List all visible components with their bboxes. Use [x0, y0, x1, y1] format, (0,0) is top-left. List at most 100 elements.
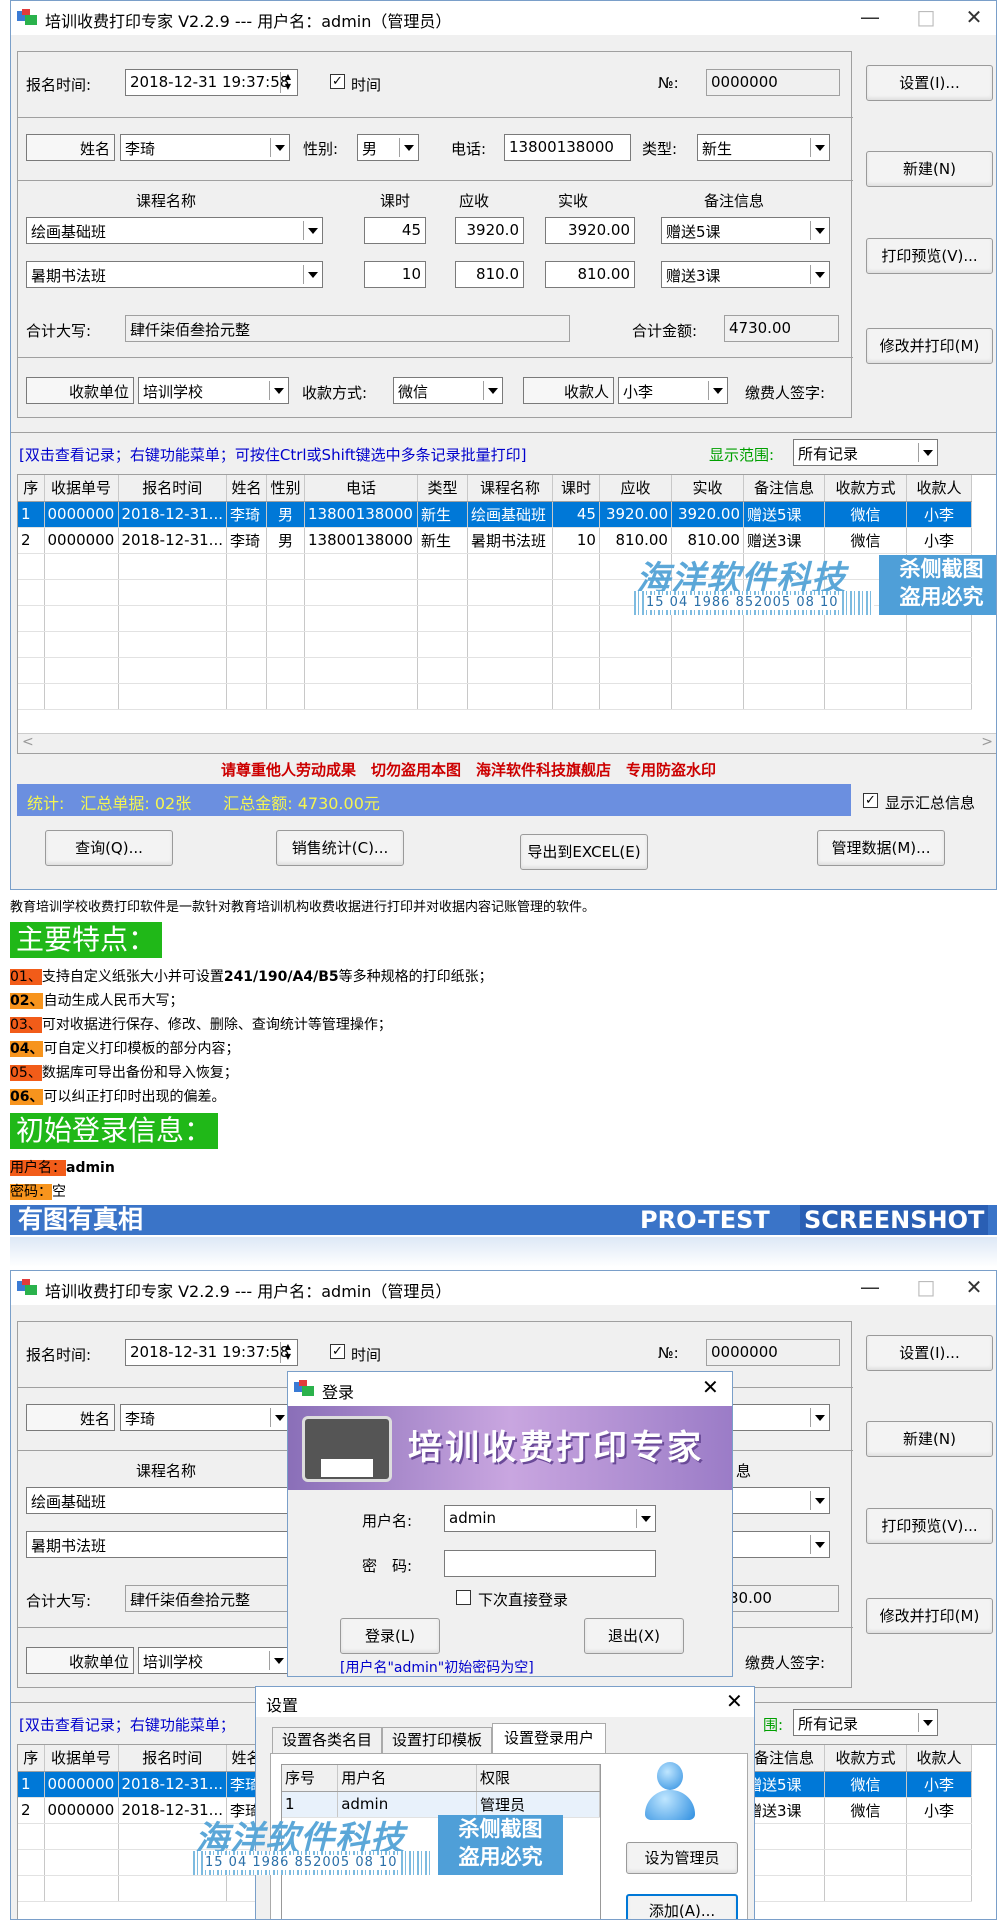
- column-header[interactable]: 报名时间: [118, 1745, 227, 1772]
- column-header[interactable]: 实收: [671, 475, 744, 502]
- column-header[interactable]: 用户名: [337, 1765, 477, 1792]
- login-user-combo[interactable]: admin: [444, 1505, 656, 1532]
- remark-combo-2[interactable]: 赠送3课: [661, 261, 830, 288]
- settings-button-2[interactable]: 设置(I)...: [866, 1335, 993, 1371]
- manage-data-button[interactable]: 管理数据(M)...: [817, 830, 945, 866]
- auto-login-checkbox[interactable]: [456, 1590, 471, 1605]
- remark-combo-1[interactable]: 赠送5课: [661, 217, 830, 244]
- chevron-down-icon[interactable]: [810, 221, 827, 240]
- spin-updown-icon[interactable]: ▲ ▼: [280, 72, 295, 93]
- maximize-button[interactable]: □: [899, 1, 953, 35]
- chevron-down-icon[interactable]: [270, 1408, 287, 1427]
- print-preview-button-2[interactable]: 打印预览(V)...: [866, 1508, 993, 1544]
- maximize-button-2[interactable]: □: [899, 1271, 953, 1305]
- close-icon[interactable]: ✕: [702, 1375, 719, 1399]
- column-header[interactable]: 应收: [599, 475, 672, 502]
- chevron-down-icon[interactable]: [303, 221, 320, 240]
- login-pwd-input[interactable]: [444, 1550, 656, 1577]
- paid-input-2[interactable]: 810.00: [545, 261, 635, 288]
- hours-input-1[interactable]: 45: [364, 217, 426, 244]
- query-button[interactable]: 查询(Q)...: [45, 830, 173, 866]
- tab-print-template[interactable]: 设置打印模板: [382, 1727, 492, 1753]
- pay-method-combo[interactable]: 微信: [393, 377, 503, 404]
- chevron-down-icon[interactable]: [708, 381, 725, 400]
- phone-input[interactable]: 13800138000: [504, 134, 631, 161]
- minimize-button-2[interactable]: —: [843, 1271, 897, 1305]
- column-header[interactable]: 收款人: [906, 475, 972, 502]
- course-combo-2b[interactable]: 暑期书法班: [26, 1531, 323, 1558]
- modify-print-button-2[interactable]: 修改并打印(M): [866, 1598, 993, 1634]
- chevron-down-icon[interactable]: [810, 1408, 827, 1427]
- chevron-down-icon[interactable]: [270, 138, 287, 157]
- set-admin-button[interactable]: 设为管理员: [626, 1842, 738, 1874]
- column-header[interactable]: 课时: [552, 475, 600, 502]
- column-header[interactable]: 收据单号: [44, 475, 119, 502]
- login-button[interactable]: 登录(L): [340, 1618, 440, 1654]
- chevron-down-icon[interactable]: [810, 265, 827, 284]
- chevron-down-icon[interactable]: [399, 138, 416, 157]
- close-button-2[interactable]: ✕: [947, 1271, 996, 1305]
- column-header[interactable]: 收款方式: [824, 475, 907, 502]
- range-combo-2[interactable]: 所有记录: [793, 1709, 938, 1736]
- chevron-down-icon[interactable]: [483, 381, 500, 400]
- horizontal-scrollbar[interactable]: < >: [18, 733, 996, 753]
- paid-input-1[interactable]: 3920.00: [545, 217, 635, 244]
- chevron-down-icon[interactable]: [303, 265, 320, 284]
- chevron-down-icon[interactable]: [269, 1651, 286, 1670]
- column-header[interactable]: 收款人: [906, 1745, 972, 1772]
- column-header[interactable]: 序: [18, 1745, 45, 1772]
- column-header[interactable]: 性别: [266, 475, 305, 502]
- exit-button[interactable]: 退出(X): [584, 1618, 684, 1654]
- close-icon[interactable]: ✕: [726, 1689, 743, 1713]
- print-preview-button[interactable]: 打印预览(V)...: [866, 238, 993, 274]
- reg-time-picker[interactable]: 2018-12-31 19:37:58 ▲ ▼: [125, 69, 298, 96]
- chevron-down-icon[interactable]: [269, 381, 286, 400]
- tab-login-users[interactable]: 设置登录用户: [492, 1723, 606, 1754]
- column-header[interactable]: 报名时间: [118, 475, 227, 502]
- gender-combo[interactable]: 男: [357, 134, 419, 161]
- chevron-down-icon[interactable]: [918, 443, 935, 462]
- collector-combo[interactable]: 小李: [618, 377, 728, 404]
- scroll-right-icon[interactable]: >: [981, 734, 993, 750]
- column-header[interactable]: 备注信息: [743, 1745, 825, 1772]
- column-header[interactable]: 权限: [476, 1765, 600, 1792]
- chevron-down-icon[interactable]: [918, 1713, 935, 1732]
- spin-updown-icon[interactable]: ▲ ▼: [280, 1342, 295, 1363]
- modify-print-button[interactable]: 修改并打印(M): [866, 328, 993, 364]
- column-header[interactable]: 序: [18, 475, 45, 502]
- course-combo-1b[interactable]: 绘画基础班: [26, 1487, 323, 1514]
- hours-input-2[interactable]: 10: [364, 261, 426, 288]
- reg-time-picker-2[interactable]: 2018-12-31 19:37:58 ▲ ▼: [125, 1339, 298, 1366]
- chevron-down-icon[interactable]: [810, 1535, 827, 1554]
- table-row[interactable]: 200000002018-12-31...李琦男13800138000新生暑期书…: [18, 527, 972, 554]
- payee-unit-combo-2[interactable]: 培训学校: [138, 1647, 289, 1674]
- sales-stats-button[interactable]: 销售统计(C)...: [276, 830, 404, 866]
- range-combo[interactable]: 所有记录: [793, 439, 938, 466]
- column-header[interactable]: 课程名称: [467, 475, 553, 502]
- show-summary-checkbox[interactable]: ✓: [863, 793, 878, 808]
- column-header[interactable]: 类型: [417, 475, 468, 502]
- close-button[interactable]: ✕: [947, 1, 996, 35]
- scroll-left-icon[interactable]: <: [22, 734, 34, 750]
- export-excel-button[interactable]: 导出到EXCEL(E): [520, 834, 648, 870]
- due-input-2[interactable]: 810.0: [455, 261, 524, 288]
- column-header[interactable]: 姓名: [226, 475, 267, 502]
- table-row[interactable]: 100000002018-12-31...李琦男13800138000新生绘画基…: [18, 501, 972, 528]
- due-input-1[interactable]: 3920.0: [455, 217, 524, 244]
- column-header[interactable]: 收据单号: [44, 1745, 119, 1772]
- name-combo[interactable]: 李琦: [120, 134, 290, 161]
- settings-button[interactable]: 设置(I)...: [866, 65, 993, 101]
- column-header[interactable]: 电话: [304, 475, 418, 502]
- type-combo[interactable]: 新生: [697, 134, 830, 161]
- minimize-button[interactable]: —: [843, 1, 897, 35]
- column-header[interactable]: 备注信息: [743, 475, 825, 502]
- tab-categories[interactable]: 设置各类名目: [272, 1727, 382, 1753]
- new-button[interactable]: 新建(N): [866, 151, 993, 187]
- time-checkbox[interactable]: ✓: [330, 74, 345, 89]
- course-combo-1[interactable]: 绘画基础班: [26, 217, 323, 244]
- time-checkbox-2[interactable]: ✓: [330, 1344, 345, 1359]
- name-combo-2[interactable]: 李琦: [120, 1404, 290, 1431]
- payee-unit-combo[interactable]: 培训学校: [138, 377, 289, 404]
- chevron-down-icon[interactable]: [810, 1491, 827, 1510]
- course-combo-2[interactable]: 暑期书法班: [26, 261, 323, 288]
